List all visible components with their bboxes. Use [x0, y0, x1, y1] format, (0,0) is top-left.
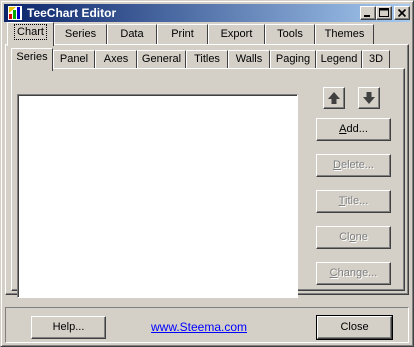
change-label: hange...: [337, 267, 378, 279]
help-button[interactable]: Help...: [31, 316, 106, 339]
delete-accel: D: [333, 159, 341, 171]
subtab-label: Legend: [320, 53, 358, 65]
tab-label: Themes: [324, 28, 365, 40]
tab-label: Series: [64, 28, 97, 40]
title-series-button[interactable]: Title...: [316, 190, 391, 213]
move-up-button[interactable]: [323, 87, 345, 109]
subtab-panel[interactable]: Panel: [53, 50, 95, 69]
steema-website-link[interactable]: www.Steema.com: [151, 320, 247, 334]
tab-series[interactable]: Series: [54, 24, 107, 44]
close-button[interactable]: Close: [316, 315, 393, 340]
teechart-editor-window: TeeChart Editor Chart Series Data Print: [0, 0, 414, 347]
change-accel: C: [329, 267, 338, 279]
subtab-label: Walls: [235, 53, 263, 65]
tab-export[interactable]: Export: [208, 24, 265, 44]
subtab-label: Axes: [103, 53, 129, 65]
change-series-button[interactable]: Change...: [316, 262, 391, 285]
tab-data[interactable]: Data: [107, 24, 157, 44]
maximize-icon: [379, 8, 389, 17]
tab-label: Export: [220, 28, 253, 40]
subtab-axes[interactable]: Axes: [95, 50, 137, 69]
tab-label: Print: [171, 28, 194, 40]
add-label: dd...: [346, 123, 368, 135]
title-bar[interactable]: TeeChart Editor: [4, 4, 410, 22]
subtab-walls[interactable]: Walls: [228, 50, 270, 69]
tab-print[interactable]: Print: [157, 24, 208, 44]
tab-chart[interactable]: Chart: [7, 22, 54, 46]
minimize-icon: [364, 15, 370, 17]
subtab-label: Panel: [59, 53, 89, 65]
arrow-down-icon: [363, 92, 375, 104]
subtab-label: Paging: [275, 53, 311, 65]
subtab-label: Titles: [194, 53, 220, 65]
move-down-button[interactable]: [358, 87, 380, 109]
subtab-3d[interactable]: 3D: [362, 50, 390, 69]
subtab-series[interactable]: Series: [11, 48, 53, 71]
series-listbox[interactable]: [17, 94, 298, 298]
subtab-label: General: [141, 53, 182, 65]
subtab-legend[interactable]: Legend: [316, 50, 362, 69]
teechart-app-icon: [7, 5, 23, 21]
clone-label-pre: Cl: [339, 231, 350, 243]
help-label: Help...: [52, 321, 85, 333]
window-title: TeeChart Editor: [27, 6, 117, 20]
delete-series-button[interactable]: Delete...: [316, 154, 391, 177]
subtab-titles[interactable]: Titles: [186, 50, 228, 69]
maximize-button[interactable]: [376, 6, 392, 20]
tab-label: Chart: [14, 24, 47, 40]
arrow-up-icon: [328, 92, 340, 104]
tab-label: Tools: [277, 28, 303, 40]
subtab-paging[interactable]: Paging: [270, 50, 316, 69]
clone-label: ne: [355, 231, 368, 243]
close-label: Close: [340, 321, 369, 333]
delete-label: elete...: [340, 159, 374, 171]
tab-tools[interactable]: Tools: [265, 24, 315, 44]
minimize-button[interactable]: [360, 6, 376, 20]
close-icon: [397, 8, 407, 18]
title-label: itle...: [345, 195, 369, 207]
add-series-button[interactable]: Add...: [316, 118, 391, 141]
subtab-label: 3D: [368, 53, 384, 65]
subtab-label: Series: [16, 51, 48, 63]
clone-series-button[interactable]: Clone: [316, 226, 391, 249]
tab-themes[interactable]: Themes: [315, 24, 374, 44]
close-window-button[interactable]: [394, 6, 410, 20]
subtab-general[interactable]: General: [137, 50, 186, 69]
tab-label: Data: [120, 28, 144, 40]
